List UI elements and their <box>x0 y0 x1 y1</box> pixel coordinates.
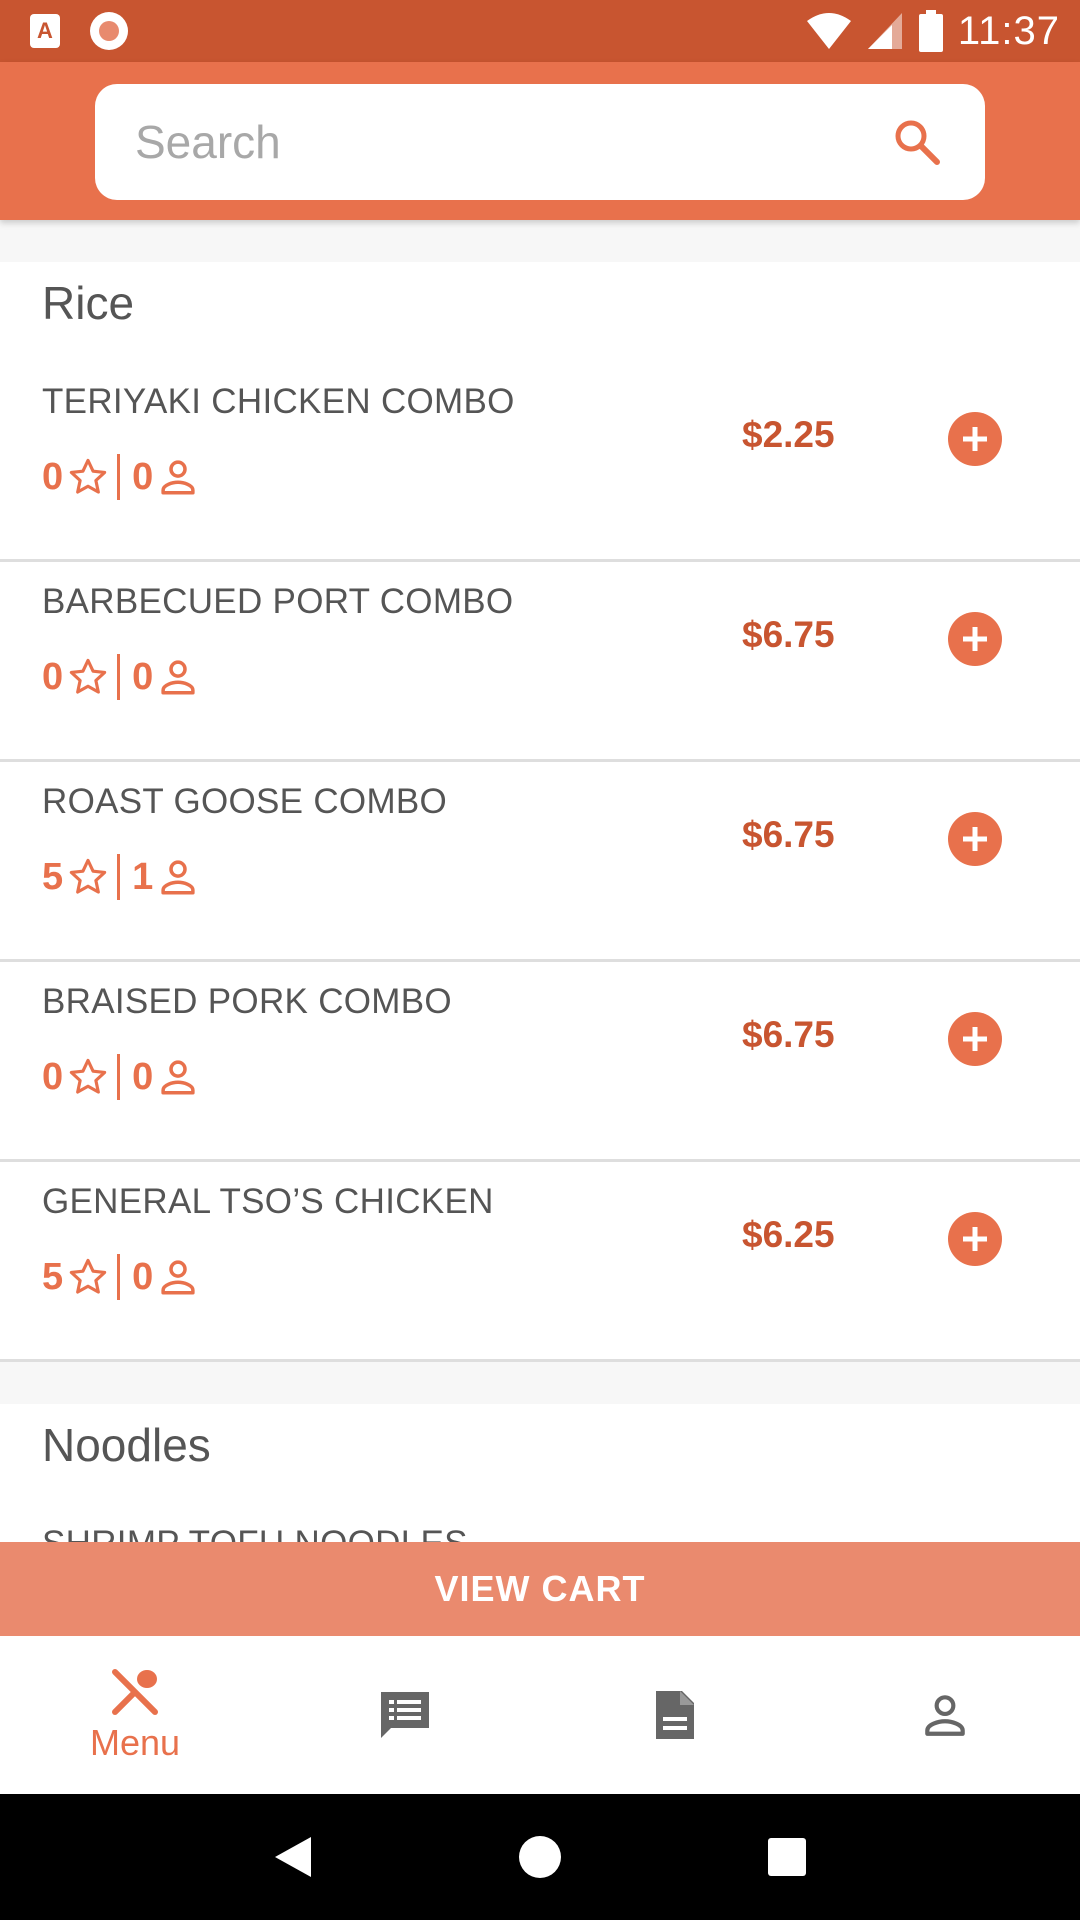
menu-item[interactable]: BARBECUED PORT COMBO 0 0 $6.75 <box>0 562 1080 762</box>
home-button[interactable] <box>510 1827 570 1887</box>
status-bar-system: 11:37 <box>806 9 1060 54</box>
system-nav-bar <box>0 1794 1080 1920</box>
item-rating-row: 0 0 <box>42 452 199 502</box>
review-count: 0 <box>132 455 154 498</box>
rating-value: 5 <box>42 1255 64 1298</box>
back-icon <box>275 1837 312 1877</box>
cellular-signal-icon <box>867 13 902 49</box>
item-price: $2.25 <box>742 414 835 455</box>
menu-list[interactable]: Rice TERIYAKI CHICKEN COMBO 0 0 $2.25 BA… <box>0 262 1080 1542</box>
item-rating-row: 0 0 <box>42 1052 199 1102</box>
person-icon <box>161 1060 195 1095</box>
item-price: $6.75 <box>742 814 835 855</box>
home-icon <box>518 1836 561 1878</box>
star-icon <box>69 458 107 494</box>
status-bar-notifications: A <box>30 12 128 50</box>
chat-icon <box>381 1692 429 1738</box>
back-button[interactable] <box>263 1827 323 1887</box>
divider <box>117 1054 121 1100</box>
divider <box>117 654 121 700</box>
item-rating-row: 5 0 <box>42 1252 199 1302</box>
document-icon <box>656 1691 694 1739</box>
item-name: GENERAL TSO’S CHICKEN <box>42 1182 494 1221</box>
app-header <box>0 62 1080 220</box>
category-title: Noodles <box>42 1419 211 1471</box>
screen: A 11:37 Search Rice TERIYAKI CHICKEN COM… <box>0 0 1080 1920</box>
plus-icon <box>963 1027 987 1051</box>
recents-icon <box>767 1838 806 1876</box>
add-to-cart-button[interactable] <box>948 412 1002 466</box>
plus-icon <box>963 627 987 651</box>
star-icon <box>69 858 107 894</box>
tab-orders[interactable] <box>540 1636 810 1794</box>
plus-icon <box>963 427 987 451</box>
tab-menu[interactable]: Menu <box>0 1636 270 1794</box>
item-rating-row: 0 0 <box>42 652 199 702</box>
search-input[interactable] <box>135 115 889 169</box>
account-icon <box>925 1695 965 1736</box>
app-notification-icon: A <box>30 14 60 48</box>
divider <box>117 1254 121 1300</box>
category-rice: Rice TERIYAKI CHICKEN COMBO 0 0 $2.25 BA… <box>0 262 1080 1362</box>
item-price: $6.25 <box>742 1214 835 1255</box>
menu-item[interactable]: GENERAL TSO’S CHICKEN 5 0 $6.25 <box>0 1162 1080 1362</box>
utensils-icon <box>112 1669 158 1715</box>
plus-icon <box>963 1227 987 1251</box>
review-count: 1 <box>132 855 154 898</box>
category-title: Rice <box>42 277 135 329</box>
review-count: 0 <box>132 1055 154 1098</box>
item-name: TERIYAKI CHICKEN COMBO <box>42 382 515 421</box>
star-icon <box>69 1258 107 1294</box>
menu-item[interactable]: SHRIMP TOFU NOODLES <box>0 1504 1080 1542</box>
menu-item[interactable]: BRAISED PORK COMBO 0 0 $6.75 <box>0 962 1080 1162</box>
bottom-nav: Menu <box>0 1636 1080 1794</box>
review-count: 0 <box>132 1255 154 1298</box>
divider <box>117 454 121 500</box>
record-notification-icon <box>90 12 128 50</box>
search-bar[interactable] <box>95 84 985 200</box>
plus-icon <box>963 827 987 851</box>
tab-profile[interactable] <box>810 1636 1080 1794</box>
item-price: $6.75 <box>742 1014 835 1055</box>
add-to-cart-button[interactable] <box>948 812 1002 866</box>
recents-button[interactable] <box>757 1827 817 1887</box>
view-cart-button[interactable]: VIEW CART <box>0 1542 1080 1636</box>
item-name: BRAISED PORK COMBO <box>42 982 452 1021</box>
rating-value: 5 <box>42 855 64 898</box>
add-to-cart-button[interactable] <box>948 612 1002 666</box>
menu-item[interactable]: ROAST GOOSE COMBO 5 1 $6.75 <box>0 762 1080 962</box>
person-icon <box>161 860 195 895</box>
rating-value: 0 <box>42 1055 64 1098</box>
add-to-cart-button[interactable] <box>948 1012 1002 1066</box>
battery-icon <box>918 10 943 52</box>
search-icon[interactable] <box>889 114 945 170</box>
add-to-cart-button[interactable] <box>948 1212 1002 1266</box>
category-noodles: Noodles SHRIMP TOFU NOODLES <box>0 1404 1080 1542</box>
menu-item[interactable]: TERIYAKI CHICKEN COMBO 0 0 $2.25 <box>0 362 1080 562</box>
star-icon <box>69 1058 107 1094</box>
item-name: SHRIMP TOFU NOODLES <box>42 1524 468 1542</box>
clock: 11:37 <box>957 8 1060 53</box>
rating-value: 0 <box>42 455 64 498</box>
person-icon <box>161 460 195 495</box>
wifi-icon <box>806 13 851 49</box>
item-price: $6.75 <box>742 614 835 655</box>
rating-value: 0 <box>42 655 64 698</box>
divider <box>117 854 121 900</box>
tab-messages[interactable] <box>270 1636 540 1794</box>
status-bar: A 11:37 <box>0 0 1080 62</box>
item-name: BARBECUED PORT COMBO <box>42 582 514 621</box>
item-rating-row: 5 1 <box>42 852 199 902</box>
review-count: 0 <box>132 655 154 698</box>
person-icon <box>161 660 195 695</box>
tab-menu-label: Menu <box>89 1722 181 1763</box>
item-name: ROAST GOOSE COMBO <box>42 782 448 821</box>
star-icon <box>69 658 107 694</box>
person-icon <box>161 1260 195 1295</box>
